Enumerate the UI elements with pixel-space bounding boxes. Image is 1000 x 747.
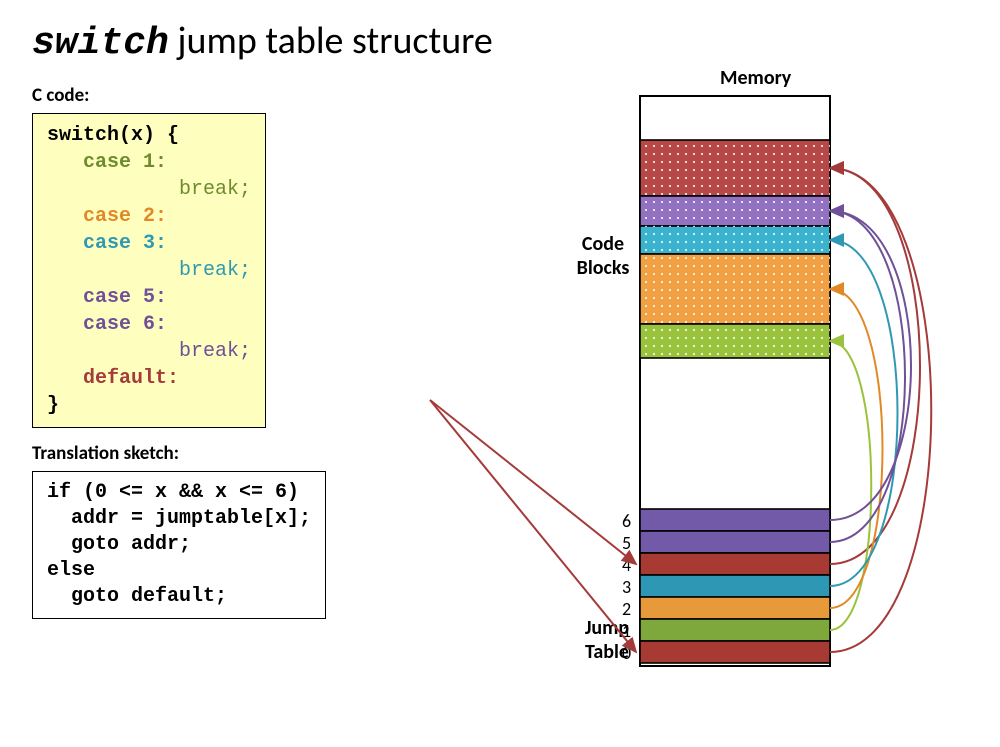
jump-table-index-4: 4 xyxy=(622,554,631,576)
jump-table-row-5 xyxy=(640,531,830,553)
jump-table-row-0 xyxy=(640,641,830,663)
jump-table-row-1 xyxy=(640,619,830,641)
title-rest: jump table structure xyxy=(169,18,493,64)
jump-table-index-0: 0 xyxy=(622,642,631,664)
memory-column xyxy=(620,96,850,676)
title-keyword: switch xyxy=(32,22,169,65)
code-blocks-group xyxy=(640,140,830,358)
left-column: C code: switch(x) { case 1: break; case … xyxy=(32,78,502,619)
jump-table-row-3 xyxy=(640,575,830,597)
jump-table-index-3: 3 xyxy=(622,576,631,598)
jump-table-index-1: 1 xyxy=(622,620,631,642)
translation-label: Translation sketch: xyxy=(32,442,502,465)
page-title: switch jump table structure xyxy=(32,18,968,65)
jump-table-index-5: 5 xyxy=(622,532,631,554)
jump-table-group xyxy=(640,509,830,663)
jump-table-index-2: 2 xyxy=(622,598,631,620)
jump-table-row-6 xyxy=(640,509,830,531)
c-code-box: switch(x) { case 1: break; case 2: case … xyxy=(32,113,266,428)
jump-table-row-2 xyxy=(640,597,830,619)
memory-label: Memory xyxy=(720,66,791,90)
translation-sketch-box: if (0 <= x && x <= 6) addr = jumptable[x… xyxy=(32,471,326,619)
c-code-label: C code: xyxy=(32,84,502,107)
jump-table-row-4 xyxy=(640,553,830,575)
jump-table-index-6: 6 xyxy=(622,510,631,532)
slide: switch jump table structure C code: swit… xyxy=(0,0,1000,747)
